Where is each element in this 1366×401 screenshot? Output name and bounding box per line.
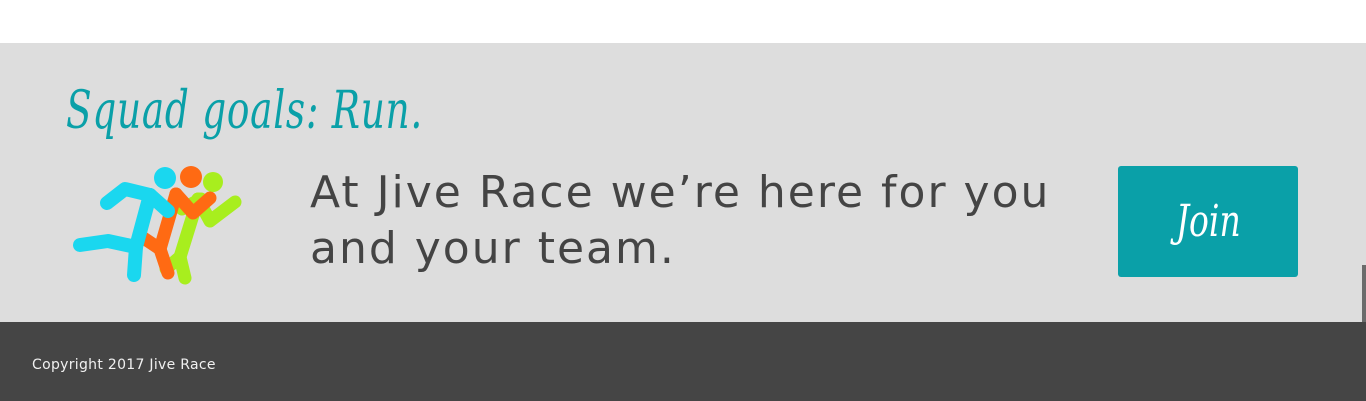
promo-message: At Jive Race we’re here for you and your… [310, 167, 1051, 274]
promo-tagline: Squad goals: Run. [66, 81, 424, 141]
join-button-label: Join [1175, 196, 1241, 247]
running-team-icon [73, 166, 242, 285]
copyright-text: Copyright 2017 Jive Race [32, 357, 216, 373]
site-footer: Copyright 2017 Jive Race [0, 322, 1366, 401]
promo-banner: Squad goals: Run. At Jive Race we’re her… [0, 43, 1366, 322]
join-button[interactable]: Join [1118, 166, 1298, 277]
top-whitespace [0, 0, 1366, 43]
